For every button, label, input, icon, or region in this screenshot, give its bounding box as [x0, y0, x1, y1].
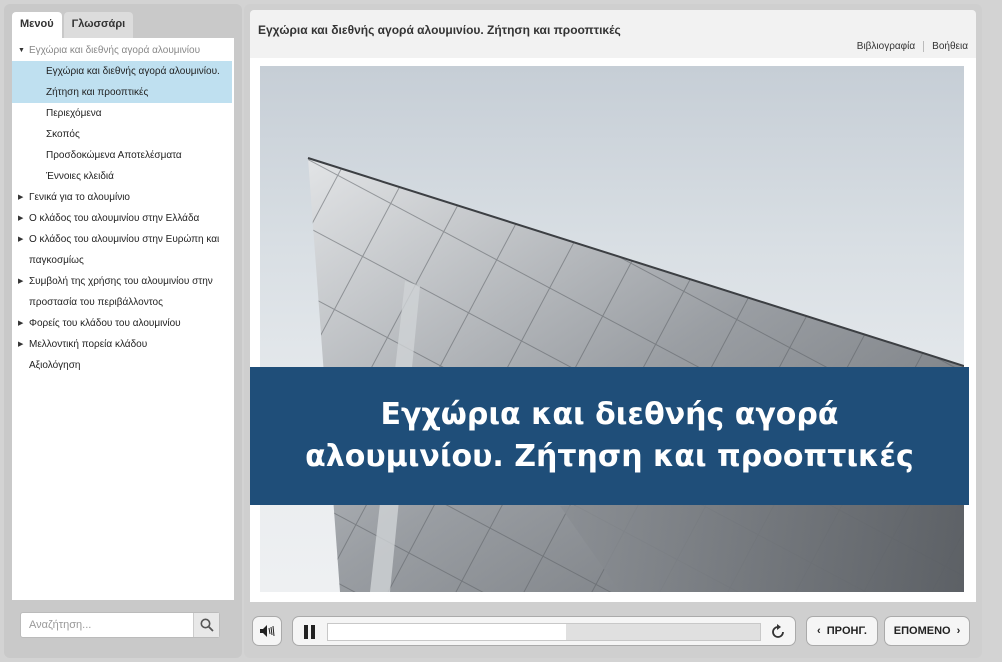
header-links: Βιβλιογραφία Βοήθεια — [857, 41, 968, 52]
prev-button[interactable]: ‹ ΠΡΟΗΓ. — [806, 616, 878, 646]
search-box — [20, 612, 220, 638]
menu-item-label: Εγχώρια και διεθνής αγορά αλουμινίου — [29, 45, 201, 56]
chevron-left-icon: ‹ — [817, 625, 821, 637]
slide-photo — [260, 66, 964, 592]
menu-item-label: Μελλοντική πορεία κλάδου — [29, 339, 148, 350]
menu-item-purpose[interactable]: Σκοπός — [12, 124, 234, 145]
menu-item-future[interactable]: ▶ Μελλοντική πορεία κλάδου — [12, 334, 234, 355]
menu-item-label: Ζήτηση και προοπτικές — [46, 87, 149, 98]
menu-item-assessment[interactable]: Αξιολόγηση — [12, 355, 234, 376]
menu-item-key-concepts[interactable]: Έννοιες κλειδιά — [12, 166, 234, 187]
next-label: ΕΠΟΜΕΝΟ — [893, 625, 951, 637]
main-panel: Εγχώρια και διεθνής αγορά αλουμινίου. Ζή… — [244, 4, 982, 658]
slide-area: Εγχώρια και διεθνής αγορά αλουμινίου. Ζή… — [250, 58, 976, 602]
tab-menu[interactable]: Μενού — [12, 12, 62, 38]
caret-right-icon: ▶ — [18, 236, 24, 243]
menu-item-label: Εγχώρια και διεθνής αγορά αλουμινίου. — [46, 66, 220, 77]
menu-item-environment[interactable]: ▶ Συμβολή της χρήσης του αλουμινίου στην… — [12, 271, 234, 313]
menu-item-europe[interactable]: ▶ Ο κλάδος του αλουμινίου στην Ευρώπη κα… — [12, 229, 234, 271]
header: Εγχώρια και διεθνής αγορά αλουμινίου. Ζή… — [250, 10, 976, 58]
tab-glossary[interactable]: Γλωσσάρι — [63, 12, 134, 38]
menu-tree: ▼ Εγχώρια και διεθνής αγορά αλουμινίου Ε… — [12, 38, 234, 600]
speaker-icon — [260, 625, 275, 637]
menu-item-label: παγκοσμίως — [29, 255, 84, 266]
pause-icon[interactable] — [303, 625, 317, 639]
divider — [923, 41, 925, 52]
page-title: Εγχώρια και διεθνής αγορά αλουμινίου. Ζή… — [258, 23, 621, 37]
menu-item-current-slide[interactable]: Εγχώρια και διεθνής αγορά αλουμινίου. Ζή… — [12, 61, 232, 103]
caret-down-icon: ▼ — [18, 47, 25, 54]
caret-right-icon: ▶ — [18, 215, 24, 222]
building-image — [307, 157, 964, 592]
menu-item-label: προστασία του περιβάλλοντος — [29, 297, 163, 308]
caret-right-icon: ▶ — [18, 320, 24, 327]
slide-title-banner: Εγχώρια και διεθνής αγορά αλουμινίου. Ζή… — [250, 367, 969, 505]
volume-button[interactable] — [252, 616, 282, 646]
search-icon — [200, 618, 214, 632]
menu-item-label: Ο κλάδος του αλουμινίου στην Ευρώπη και — [29, 234, 220, 245]
menu-item-label: Ο κλάδος του αλουμινίου στην Ελλάδα — [29, 213, 200, 224]
sidebar: Μενού Γλωσσάρι ▼ Εγχώρια και διεθνής αγο… — [4, 4, 242, 658]
search-button[interactable] — [193, 613, 219, 637]
next-button[interactable]: ΕΠΟΜΕΝΟ › — [884, 616, 970, 646]
caret-right-icon: ▶ — [18, 194, 24, 201]
media-player — [292, 616, 796, 646]
help-link[interactable]: Βοήθεια — [932, 41, 968, 52]
menu-item-general[interactable]: ▶ Γενικά για το αλουμίνιο — [12, 187, 234, 208]
menu-item-label: Γενικά για το αλουμίνιο — [29, 192, 130, 203]
menu-item-aluminium-market[interactable]: ▼ Εγχώρια και διεθνής αγορά αλουμινίου — [12, 40, 234, 61]
slide-title: Εγχώρια και διεθνής αγορά αλουμινίου. Ζή… — [305, 397, 914, 474]
prev-label: ΠΡΟΗΓ. — [826, 625, 867, 637]
progress-bar[interactable] — [327, 623, 761, 641]
menu-item-label: Συμβολή της χρήσης του αλουμινίου στην — [29, 276, 213, 287]
search-input[interactable] — [21, 614, 193, 636]
chevron-right-icon: › — [956, 625, 961, 637]
sidebar-tabs: Μενού Γλωσσάρι — [12, 12, 234, 38]
replay-icon[interactable] — [769, 623, 787, 641]
caret-right-icon: ▶ — [18, 278, 24, 285]
menu-item-label: Φορείς του κλάδου του αλουμινίου — [29, 318, 181, 329]
bibliography-link[interactable]: Βιβλιογραφία — [857, 41, 915, 52]
menu-item-bodies[interactable]: ▶ Φορείς του κλάδου του αλουμινίου — [12, 313, 234, 334]
progress-fill — [328, 624, 566, 640]
menu-item-greece[interactable]: ▶ Ο κλάδος του αλουμινίου στην Ελλάδα — [12, 208, 234, 229]
menu-item-expected-results[interactable]: Προσδοκώμενα Αποτελέσματα — [12, 145, 234, 166]
player-controls: ‹ ΠΡΟΗΓ. ΕΠΟΜΕΝΟ › — [250, 608, 976, 652]
menu-item-contents[interactable]: Περιεχόμενα — [12, 103, 234, 124]
caret-right-icon: ▶ — [18, 341, 24, 348]
